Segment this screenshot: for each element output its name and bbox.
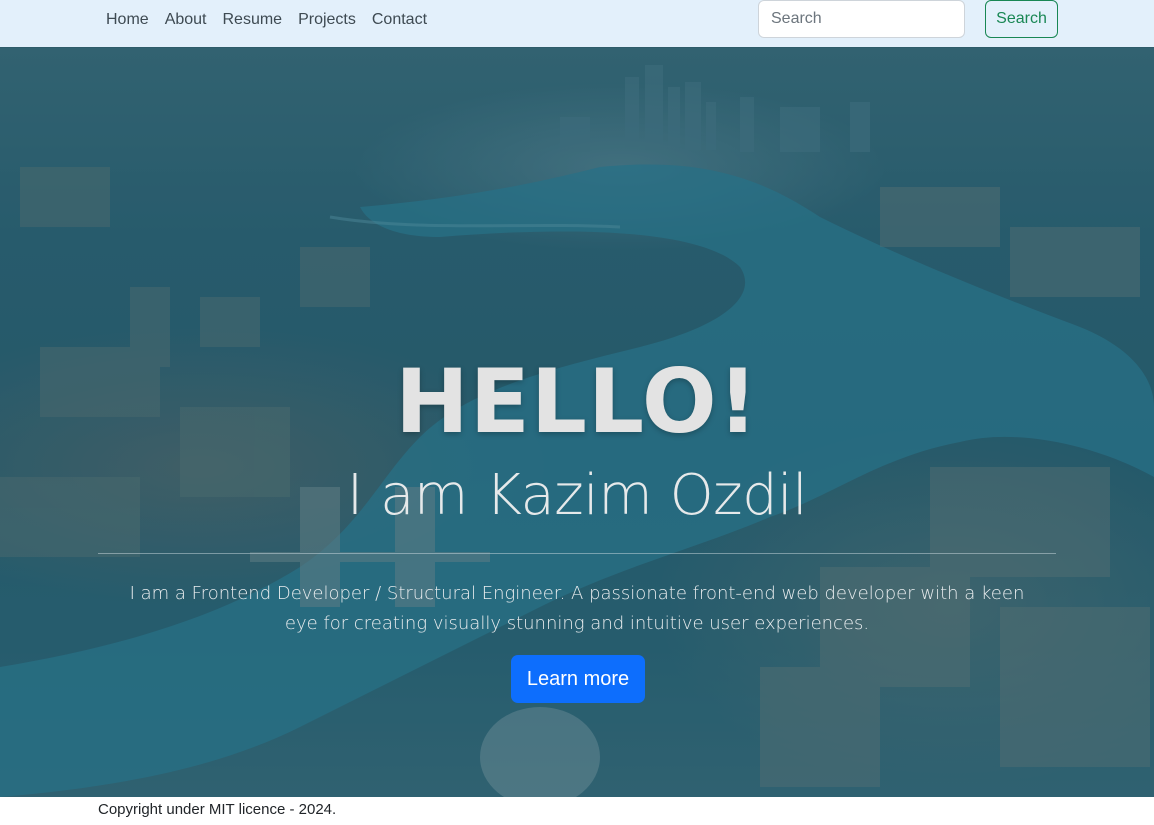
learn-more-button[interactable]: Learn more [511, 655, 645, 703]
nav-link-projects[interactable]: Projects [290, 11, 364, 29]
search-input[interactable] [758, 0, 965, 38]
nav-link-contact[interactable]: Contact [364, 11, 435, 29]
navbar: Home About Resume Projects Contact Searc… [0, 0, 1154, 47]
nav-link-resume[interactable]: Resume [215, 11, 291, 29]
hero-divider [98, 553, 1056, 554]
hero-subtitle: I am Kazim Ozdil [346, 463, 808, 528]
hero-title: HELLO! [395, 350, 759, 453]
footer-copyright: Copyright under MIT licence - 2024. [98, 801, 337, 818]
nav-links: Home About Resume Projects Contact [98, 0, 435, 40]
search-button[interactable]: Search [985, 0, 1058, 38]
nav-link-home[interactable]: Home [98, 11, 157, 29]
hero-section: HELLO! I am Kazim Ozdil I am a Frontend … [0, 47, 1154, 797]
hero-description: I am a Frontend Developer / Structural E… [129, 583, 1025, 634]
nav-link-about[interactable]: About [157, 11, 215, 29]
